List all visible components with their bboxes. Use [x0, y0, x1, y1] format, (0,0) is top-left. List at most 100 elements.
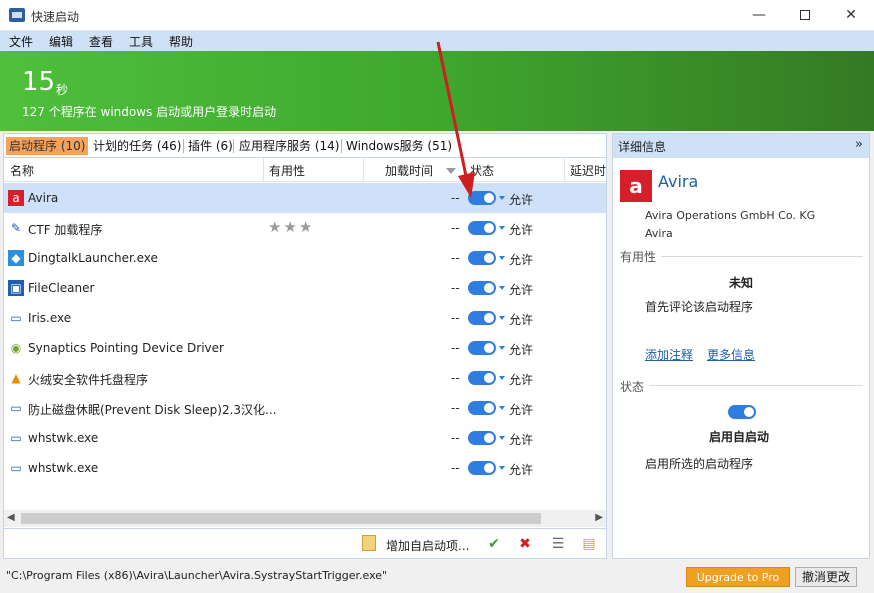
- table-row[interactable]: ▭ whstwk.exe -- 允许: [4, 453, 606, 483]
- startup-table: 名称 有用性 加载时间 状态 延迟时 a Avira -- 允许 ✎ CTF 加载程序 ★★…: [3, 157, 607, 529]
- chevron-down-icon[interactable]: [499, 316, 505, 320]
- detail-status-toggle[interactable]: [728, 405, 756, 419]
- column-usefulness[interactable]: 有用性: [269, 162, 305, 179]
- boot-time-unit: 秒: [56, 83, 69, 97]
- upgrade-to-pro-button[interactable]: Upgrade to Pro: [686, 567, 790, 587]
- undo-changes-button[interactable]: 撤消更改: [795, 567, 857, 587]
- close-button[interactable]: ✕: [828, 0, 874, 31]
- add-item-icon: [362, 535, 376, 551]
- tab-startup-programs[interactable]: 启动程序 (10): [6, 137, 89, 155]
- column-delay[interactable]: 延迟时: [570, 162, 606, 179]
- table-row[interactable]: ▲ 火绒安全软件托盘程序 -- 允许: [4, 363, 606, 393]
- chevron-down-icon[interactable]: [499, 436, 505, 440]
- table-row[interactable]: ▣ FileCleaner -- 允许: [4, 273, 606, 303]
- boot-time-banner: 15 秒 127 个程序在 windows 启动或用户登录时启动: [0, 51, 874, 131]
- row-load-time: --: [451, 401, 460, 415]
- tab-bar: 启动程序 (10) 计划的任务 (46) 插件 (6) 应用程序服务 (14) …: [3, 133, 607, 157]
- tab-separator: [183, 139, 184, 153]
- row-enable-toggle[interactable]: [468, 191, 496, 205]
- table-row[interactable]: ▭ whstwk.exe -- 允许: [4, 423, 606, 453]
- status-section-label: 状态: [620, 380, 645, 394]
- chevron-down-icon[interactable]: [499, 196, 505, 200]
- row-status: 允许: [509, 463, 534, 477]
- row-status: 允许: [509, 283, 534, 297]
- add-note-link[interactable]: 添加注释: [645, 346, 693, 363]
- minimize-button[interactable]: —: [736, 0, 782, 31]
- column-name[interactable]: 名称: [10, 162, 34, 179]
- scrollbar-thumb[interactable]: [21, 513, 541, 524]
- chevron-down-icon[interactable]: [499, 346, 505, 350]
- row-enable-toggle[interactable]: [468, 461, 496, 475]
- menu-help[interactable]: 帮助: [169, 33, 193, 50]
- tab-separator: [233, 139, 234, 153]
- row-program-name: Avira: [28, 191, 59, 205]
- row-enable-toggle[interactable]: [468, 401, 496, 415]
- chevron-down-icon[interactable]: [499, 286, 505, 290]
- table-row[interactable]: ◉ Synaptics Pointing Device Driver -- 允许: [4, 333, 606, 363]
- avira-icon: a: [8, 190, 24, 206]
- row-status: 允许: [509, 193, 534, 207]
- table-row[interactable]: ▭ Iris.exe -- 允许: [4, 303, 606, 333]
- properties-icon[interactable]: ☰: [549, 535, 567, 553]
- chevron-down-icon[interactable]: [499, 226, 505, 230]
- chevron-down-icon[interactable]: [499, 466, 505, 470]
- open-folder-icon[interactable]: ▤: [580, 535, 598, 553]
- section-divider: [661, 256, 863, 257]
- add-startup-item-label: 增加自启动项...: [386, 539, 470, 553]
- scroll-left-icon[interactable]: ◀: [7, 512, 15, 523]
- row-enable-toggle[interactable]: [468, 221, 496, 235]
- collapse-icon[interactable]: »: [855, 137, 863, 152]
- row-status: 允许: [509, 373, 534, 387]
- chevron-down-icon[interactable]: [499, 376, 505, 380]
- menu-edit[interactable]: 编辑: [49, 33, 73, 50]
- row-program-name: 火绒安全软件托盘程序: [28, 373, 149, 387]
- window-title: 快速启动: [31, 10, 80, 24]
- row-enable-toggle[interactable]: [468, 371, 496, 385]
- chevron-down-icon[interactable]: [499, 256, 505, 260]
- row-status: 允许: [509, 313, 534, 327]
- row-load-time: --: [451, 221, 460, 235]
- table-row[interactable]: ◆ DingtalkLauncher.exe -- 允许: [4, 243, 606, 273]
- tab-app-services[interactable]: 应用程序服务 (14): [236, 137, 342, 155]
- usefulness-value: 未知: [729, 276, 754, 290]
- row-status: 允许: [509, 403, 534, 417]
- table-row[interactable]: ✎ CTF 加载程序 ★★★ -- 允许: [4, 213, 606, 243]
- table-row[interactable]: ▭ 防止磁盘休眠(Prevent Disk Sleep)2.3汉化... -- 允许: [4, 393, 606, 423]
- enable-icon[interactable]: ✔: [485, 535, 503, 553]
- row-enable-toggle[interactable]: [468, 311, 496, 325]
- menu-tools[interactable]: 工具: [129, 33, 153, 50]
- column-separator: [363, 158, 364, 182]
- tab-scheduled-tasks[interactable]: 计划的任务 (46): [90, 137, 184, 155]
- scroll-right-icon[interactable]: ▶: [595, 512, 603, 523]
- window-icon: ▭: [8, 400, 24, 416]
- delete-icon[interactable]: ✖: [516, 535, 534, 553]
- tab-plugins[interactable]: 插件 (6): [185, 137, 236, 155]
- row-enable-toggle[interactable]: [468, 281, 496, 295]
- row-load-time: --: [451, 251, 460, 265]
- menu-view[interactable]: 查看: [89, 33, 113, 50]
- status-bar: "C:\Program Files (x86)\Avira\Launcher\A…: [0, 563, 874, 593]
- status-description: 启用所选的启动程序: [645, 457, 754, 471]
- column-status[interactable]: 状态: [470, 162, 494, 179]
- table-row[interactable]: a Avira -- 允许: [4, 183, 606, 213]
- row-status: 允许: [509, 223, 534, 237]
- row-program-name: FileCleaner: [28, 281, 95, 295]
- row-status: 允许: [509, 433, 534, 447]
- tab-separator: [341, 139, 342, 153]
- chevron-down-icon[interactable]: [499, 406, 505, 410]
- table-header: 名称 有用性 加载时间 状态 延迟时: [4, 158, 606, 182]
- row-enable-toggle[interactable]: [468, 341, 496, 355]
- horizontal-scrollbar[interactable]: ◀ ▶: [4, 510, 606, 527]
- row-enable-toggle[interactable]: [468, 431, 496, 445]
- column-separator: [464, 158, 465, 182]
- more-info-link[interactable]: 更多信息: [707, 346, 755, 363]
- dingtalk-icon: ◆: [8, 250, 24, 266]
- maximize-button[interactable]: [782, 0, 828, 31]
- menu-file[interactable]: 文件: [9, 33, 33, 50]
- tab-windows-services[interactable]: Windows服务 (51): [343, 137, 455, 155]
- column-load-time[interactable]: 加载时间: [385, 162, 433, 179]
- row-enable-toggle[interactable]: [468, 251, 496, 265]
- row-program-name: Synaptics Pointing Device Driver: [28, 341, 224, 355]
- section-divider: [649, 385, 863, 386]
- row-usefulness-stars: ★★★: [268, 218, 315, 236]
